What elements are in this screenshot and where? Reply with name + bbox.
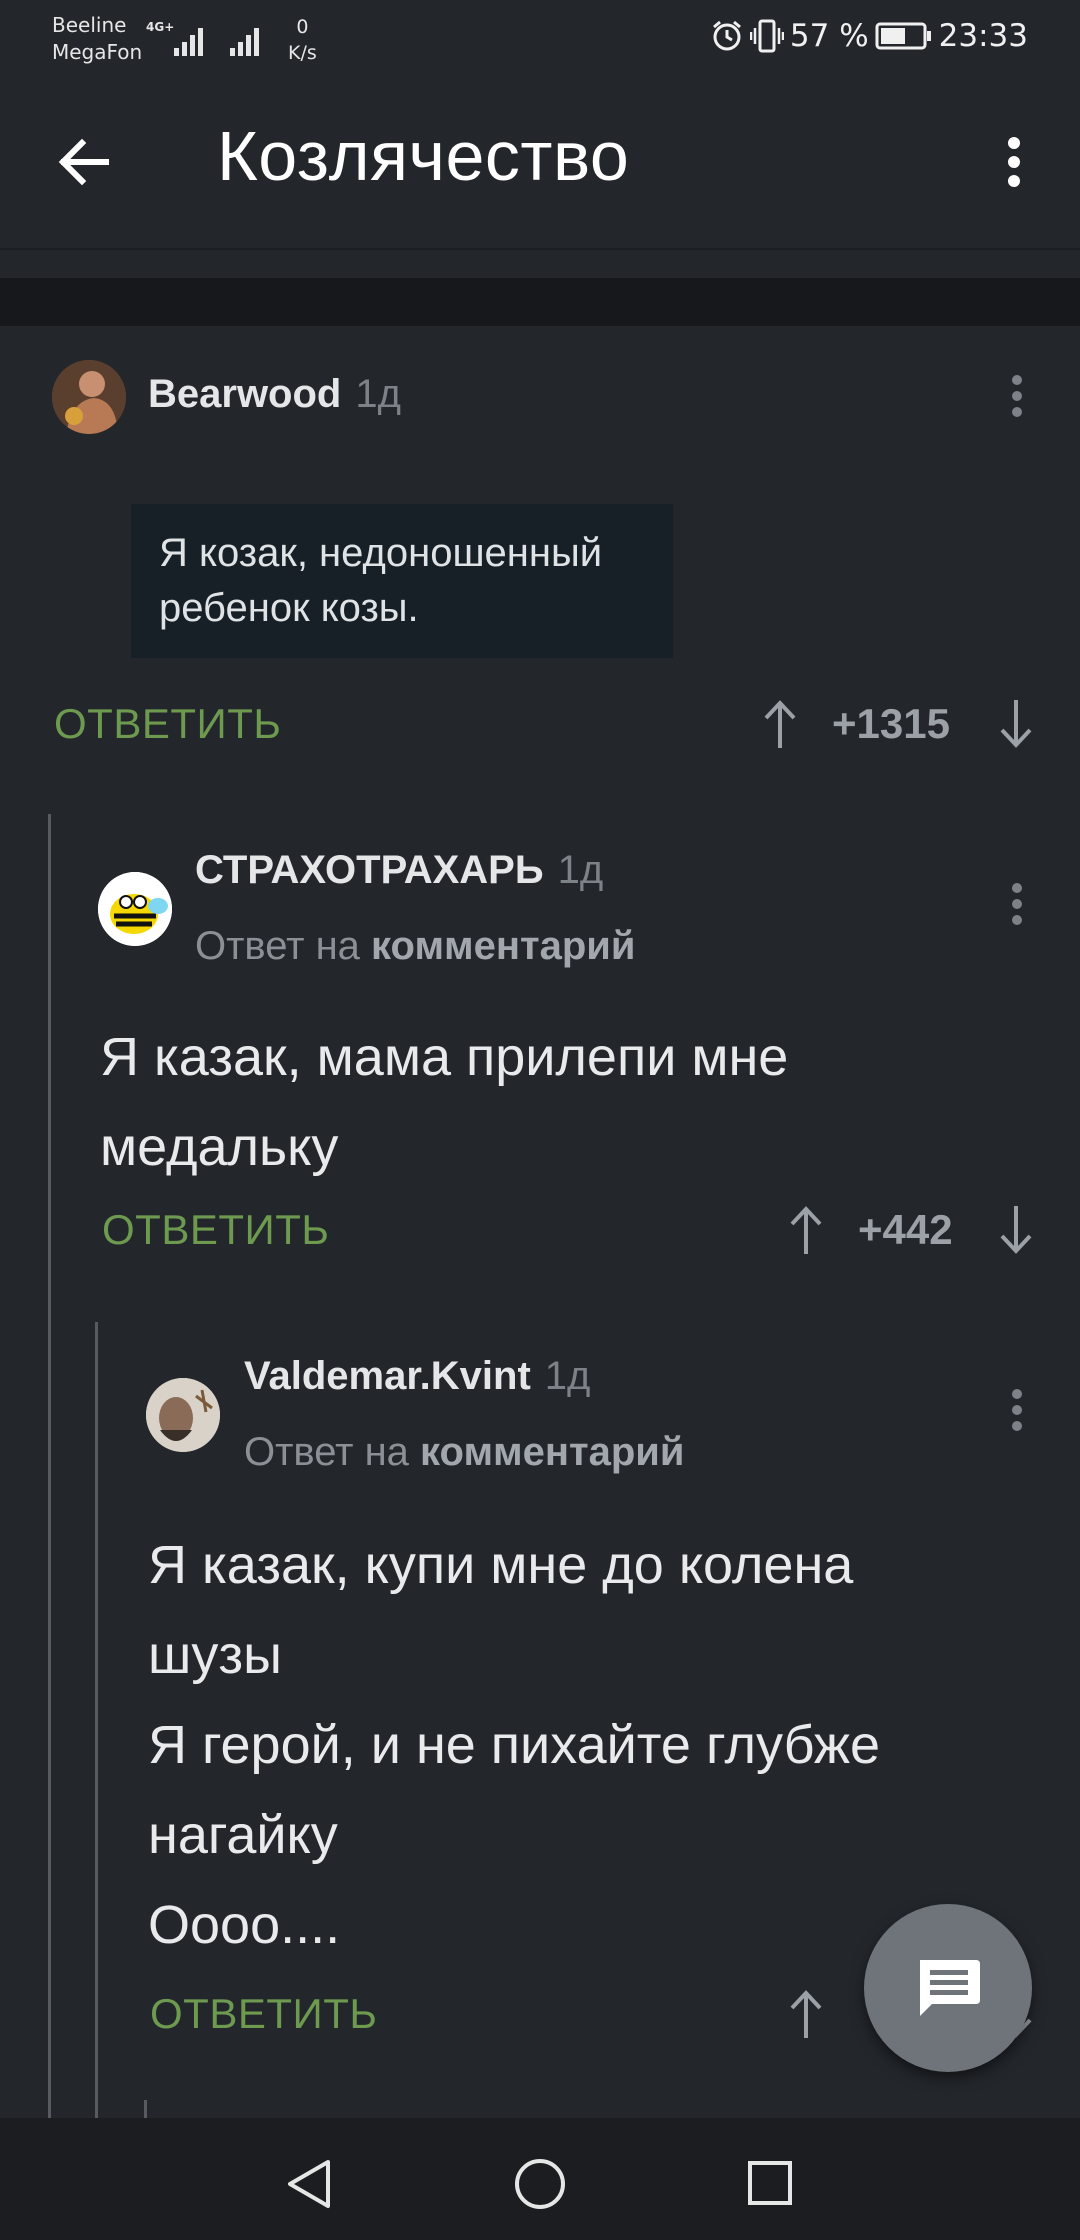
nav-recent-icon[interactable] [746, 2158, 794, 2208]
comment-time: 1д [557, 848, 604, 892]
score: +442 [858, 1206, 953, 1253]
reply-to-link[interactable]: комментарий [371, 924, 635, 968]
downvote-arrow-icon[interactable] [998, 1204, 1034, 1256]
comment-line: Оооо.... [148, 1895, 341, 1955]
page-title: Козлячество [217, 117, 630, 195]
thread-line [144, 2100, 147, 2118]
upvote-arrow-icon[interactable] [788, 1988, 824, 2040]
comment-time: 1д [544, 1354, 591, 1398]
comment-text: Я казак, купи мне до колена шузы Я герой… [148, 1520, 988, 1970]
reply-button[interactable]: ОТВЕТИТЬ [54, 700, 281, 748]
nav-back-icon[interactable] [284, 2158, 334, 2210]
signal-2-icon [230, 28, 259, 56]
reply-to-link[interactable]: комментарий [420, 1430, 684, 1474]
status-right: 57 % 23:33 [710, 18, 1028, 54]
section-divider [0, 278, 1080, 326]
battery-percent: 57 % [789, 18, 869, 54]
comment-text: Я казак, мама прилепи мне медальку [100, 1027, 789, 1177]
reply-button[interactable]: ОТВЕТИТЬ [150, 1990, 377, 2038]
score: +1315 [832, 700, 950, 747]
comment-line: Я герой, и не пихайте глубже нагайку [148, 1715, 881, 1865]
reply-to-prefix: Ответ на [195, 924, 360, 968]
back-arrow-icon[interactable] [56, 134, 112, 190]
avatar-image [52, 360, 126, 434]
carrier-2: MegaFon [52, 40, 143, 64]
comment-header: СТРАХОТРАХАРЬ 1д [195, 848, 603, 893]
downvote-arrow-icon[interactable] [998, 698, 1034, 750]
reply-to-prefix: Ответ на [244, 1430, 409, 1474]
alarm-icon [712, 20, 741, 51]
avatar-image [146, 1378, 220, 1452]
upvote-arrow-icon[interactable] [762, 698, 798, 750]
comment-menu-icon[interactable] [1010, 882, 1024, 926]
toolbar-shadow [0, 248, 1080, 250]
overflow-menu-icon[interactable] [1006, 136, 1022, 188]
comment-line: Я казак, купи мне до колена шузы [148, 1535, 854, 1685]
author-name[interactable]: Valdemar.Kvint [244, 1354, 531, 1398]
avatar[interactable] [52, 360, 126, 434]
comment-time: 1д [355, 372, 401, 416]
thread-line [48, 814, 51, 2118]
status-bar: Beeline MegaFon 4G+ 0 K/s 57 % 23:33 [0, 0, 1080, 80]
author-name[interactable]: Bearwood [148, 372, 341, 416]
comment-icon [920, 1960, 980, 2016]
network-type: 4G+ [146, 20, 175, 34]
signal-1-icon [174, 28, 203, 56]
add-comment-fab[interactable] [864, 1904, 1032, 2072]
upvote-arrow-icon[interactable] [788, 1204, 824, 1256]
comment-header: Valdemar.Kvint 1д [244, 1354, 590, 1399]
nav-home-icon[interactable] [512, 2156, 568, 2212]
comment-menu-icon[interactable] [1010, 374, 1024, 418]
battery-icon [875, 22, 931, 50]
comment-header: Bearwood 1д [148, 372, 401, 417]
carrier-1: Beeline [52, 13, 127, 37]
speed-value: 0 [296, 16, 309, 38]
reply-to-line: Ответ на комментарий [195, 924, 635, 969]
reply-button[interactable]: ОТВЕТИТЬ [102, 1206, 329, 1254]
quoted-image-text: Я козак, недоношенный ребенок козы. [131, 504, 673, 658]
speed-unit: K/s [288, 42, 317, 64]
avatar[interactable] [98, 872, 172, 946]
thread-line [95, 1322, 98, 2118]
avatar-image [98, 872, 172, 946]
vibrate-icon [749, 19, 784, 53]
avatar[interactable] [146, 1378, 220, 1452]
comment-menu-icon[interactable] [1010, 1388, 1024, 1432]
reply-to-line: Ответ на комментарий [244, 1430, 684, 1475]
clock: 23:33 [938, 18, 1028, 54]
system-nav-bar [0, 2118, 1080, 2240]
author-name[interactable]: СТРАХОТРАХАРЬ [195, 848, 544, 892]
carrier-names: Beeline MegaFon [52, 12, 142, 66]
network-speed: 0 K/s [288, 14, 317, 66]
